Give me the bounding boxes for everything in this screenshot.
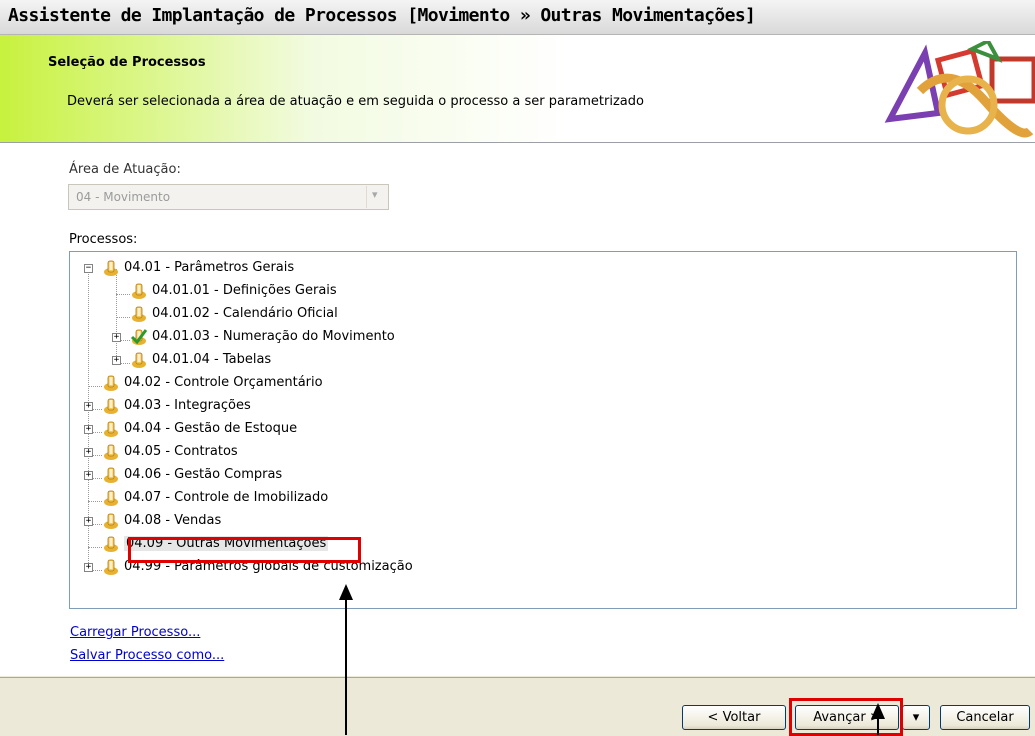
- tree-node-label: 04.01.04 - Tabelas: [152, 352, 272, 367]
- wizard-logo-icon: [884, 41, 1035, 138]
- save-process-link[interactable]: Salvar Processo como...: [70, 648, 224, 663]
- title-bar: Assistente de Implantação de Processos […: [0, 0, 1035, 35]
- process-icon: [104, 536, 118, 552]
- load-process-link[interactable]: Carregar Processo...: [70, 625, 200, 640]
- selection-highlight-box: [128, 537, 361, 563]
- process-icon: [104, 421, 118, 437]
- wizard-header: Seleção de Processos Deverá ser selecion…: [0, 35, 1035, 143]
- completed-process-icon: [130, 329, 148, 345]
- tree-node-label: 04.01.03 - Numeração do Movimento: [152, 329, 395, 344]
- expand-toggle-icon[interactable]: +: [84, 425, 93, 434]
- process-icon: [132, 306, 146, 322]
- process-icon: [132, 352, 146, 368]
- expand-toggle-icon[interactable]: +: [84, 517, 93, 526]
- process-icon: [104, 398, 118, 414]
- annotation-arrow-head-icon-2: [871, 703, 885, 719]
- tree-node-label: 04.03 - Integrações: [124, 398, 251, 413]
- step-description: Deverá ser selecionada a área de atuação…: [67, 94, 644, 109]
- process-icon: [104, 467, 118, 483]
- process-icon: [104, 513, 118, 529]
- expand-toggle-icon[interactable]: +: [84, 471, 93, 480]
- annotation-arrow-head-icon: [339, 584, 353, 600]
- tree-node-label: 04.07 - Controle de Imobilizado: [124, 490, 329, 505]
- process-icon: [104, 260, 118, 276]
- dropdown-arrow-icon: ▾: [912, 710, 920, 725]
- process-icon: [104, 490, 118, 506]
- process-icon: [132, 283, 146, 299]
- area-select-value: 04 - Movimento: [76, 190, 171, 204]
- expand-toggle-icon[interactable]: +: [84, 448, 93, 457]
- back-button[interactable]: < Voltar: [682, 705, 786, 730]
- tree-node-label: 04.01.01 - Definições Gerais: [152, 283, 337, 298]
- tree-node-label: 04.01.02 - Calendário Oficial: [152, 306, 338, 321]
- tree-node-label: 04.01 - Parâmetros Gerais: [124, 260, 295, 275]
- area-label: Área de Atuação:: [69, 162, 181, 177]
- main-content: Área de Atuação: 04 - Movimento ▾ Proces…: [0, 143, 1035, 676]
- expand-toggle-icon[interactable]: +: [84, 402, 93, 411]
- tree-node-label: 04.02 - Controle Orçamentário: [124, 375, 323, 390]
- process-icon: [104, 375, 118, 391]
- window-title: Assistente de Implantação de Processos […: [8, 5, 756, 26]
- tree-node-label: 04.06 - Gestão Compras: [124, 467, 283, 482]
- next-options-button[interactable]: ▾: [902, 705, 930, 730]
- process-icon: [104, 444, 118, 460]
- annotation-arrow-line: [345, 598, 347, 735]
- tree-node-label: 04.08 - Vendas: [124, 513, 222, 528]
- cancel-button[interactable]: Cancelar: [940, 705, 1030, 730]
- back-button-label: < Voltar: [707, 710, 761, 725]
- expand-toggle-icon[interactable]: +: [112, 333, 121, 342]
- tree-node-label: 04.05 - Contratos: [124, 444, 238, 459]
- tree-node-label: 04.04 - Gestão de Estoque: [124, 421, 298, 436]
- area-select[interactable]: 04 - Movimento ▾: [68, 184, 389, 210]
- area-dropdown-button[interactable]: ▾: [366, 186, 387, 208]
- cancel-button-label: Cancelar: [956, 710, 1014, 725]
- process-icon: [104, 559, 118, 575]
- expand-toggle-icon[interactable]: +: [84, 563, 93, 572]
- step-title: Seleção de Processos: [48, 55, 206, 70]
- processes-label: Processos:: [69, 232, 138, 247]
- next-highlight-box: [789, 698, 903, 736]
- collapse-toggle-icon[interactable]: −: [84, 264, 93, 273]
- expand-toggle-icon[interactable]: +: [112, 356, 121, 365]
- chevron-down-icon: ▾: [372, 188, 378, 201]
